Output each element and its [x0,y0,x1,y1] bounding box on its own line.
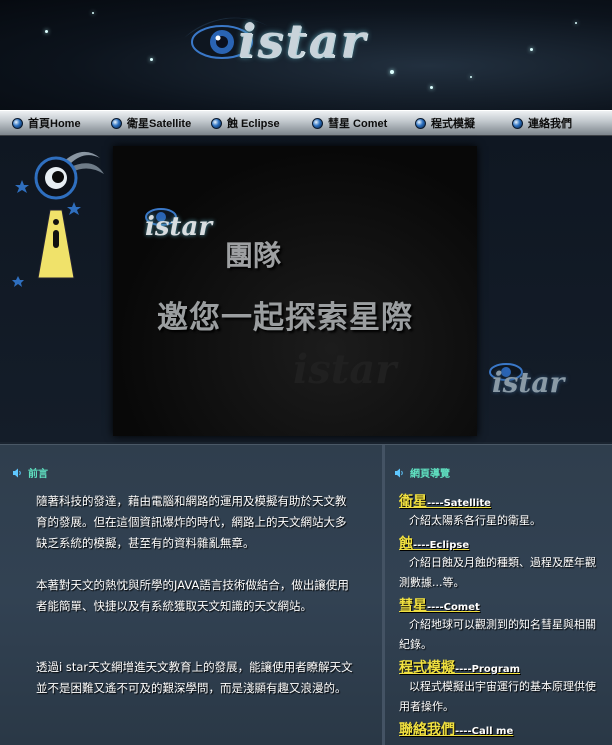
guide-link-program[interactable]: 程式模擬----Program [399,657,520,677]
site-header: istar [0,0,612,110]
star-sparkle [92,12,94,14]
star-sparkle [390,70,394,74]
guide-link-contact[interactable]: 聯絡我們----Call me [399,719,513,739]
intro-title: 前言 [28,469,48,480]
mascot-eye-icon [12,151,104,287]
hero-section: istar 團隊 邀您一起探索星際 istar istar [0,136,612,442]
star-sparkle [470,76,472,78]
guide-desc: 介紹日蝕及月蝕的種類、過程及歷年觀測數據...等。 [399,556,596,589]
banner-team-text: 團隊 [225,239,282,272]
guide-link-sub: ----Call me [455,726,514,737]
guide-link-satellite[interactable]: 衛星----Satellite [399,491,491,511]
intro-panel: 前言 隨著科技的發達，藉由電腦和網路的運用及模擬有助於天文教育的發展。但在這個資… [0,445,385,745]
hero-banner: istar 團隊 邀您一起探索星際 istar [113,146,477,436]
guide-link-label: 彗星 [399,598,427,614]
speaker-icon [13,468,21,477]
nav-eclipse-label: 蝕 Eclipse [227,118,280,130]
guide-link-label: 程式模擬 [399,660,455,676]
star-sparkle [430,86,433,89]
nav-simulation[interactable]: 程式模擬 [415,115,512,131]
guide-desc: 以程式模擬出宇宙運行的基本原理供使用者操作。 [399,680,596,713]
star-sparkle [150,58,153,61]
guide-link-sub: ----Comet [427,602,480,613]
guide-link-sub: ----Eclipse [413,540,470,551]
guide-title: 網頁導覽 [410,469,450,480]
nav-comet-label: 彗星 Comet [328,118,388,130]
guide-desc: 介紹地球可以觀測到的知名彗星與相關紀錄。 [399,618,596,651]
intro-paragraph: 本著對天文的熱忱與所學的JAVA語言技術做結合，做出讓使用者能簡單、快捷以及有系… [36,578,349,613]
speaker-icon [395,468,403,477]
guide-link-eclipse[interactable]: 蝕----Eclipse [399,533,469,553]
star-sparkle [530,48,533,51]
side-logo: istar [492,366,565,399]
guide-link-label: 蝕 [399,536,413,552]
site-logo: istar [238,14,367,68]
nav-bullet-icon [111,117,122,129]
nav-simulation-label: 程式模擬 [431,118,475,130]
guide-link-label: 聯絡我們 [399,722,455,738]
nav-bullet-icon [312,117,323,129]
nav-comet[interactable]: 彗星 Comet [312,115,415,131]
guide-desc: 介紹太陽系各行星的衛星。 [409,514,541,527]
nav-contact[interactable]: 連絡我們 [512,115,572,131]
nav-home[interactable]: 首頁Home [12,115,111,131]
content-area: 前言 隨著科技的發達，藉由電腦和網路的運用及模擬有助於天文教育的發展。但在這個資… [0,444,612,745]
star-sparkle [575,22,577,24]
nav-satellite-label: 衛星Satellite [127,118,192,130]
nav-bullet-icon [512,117,523,129]
guide-link-sub: ----Program [455,664,520,675]
nav-eclipse[interactable]: 蝕 Eclipse [211,115,312,131]
star-sparkle [45,30,48,33]
guide-panel: 網頁導覽 衛星----Satellite 介紹太陽系各行星的衛星。 蝕----E… [386,445,612,745]
nav-bullet-icon [211,117,222,129]
nav-home-label: 首頁Home [28,118,81,130]
banner-logo: istar [145,212,213,242]
intro-paragraph: 隨著科技的發達，藉由電腦和網路的運用及模擬有助於天文教育的發展。但在這個資訊爆炸… [36,494,347,550]
nav-bullet-icon [12,117,23,129]
nav-satellite[interactable]: 衛星Satellite [111,115,211,131]
banner-slogan: 邀您一起探索星際 [157,300,413,336]
guide-link-comet[interactable]: 彗星----Comet [399,595,480,615]
nav-contact-label: 連絡我們 [528,118,572,130]
nav-bullet-icon [415,117,426,129]
guide-link-sub: ----Satellite [427,498,491,509]
guide-heading: 網頁導覽 [394,465,450,480]
intro-heading: 前言 [12,465,48,480]
intro-paragraph: 透過i star天文網增進天文教育上的發展，能讓使用者瞭解天文並不是困難又遙不可… [36,660,353,695]
main-nav: 首頁Home 衛星Satellite 蝕 Eclipse 彗星 Comet 程式… [0,110,612,137]
banner-watermark: istar [293,346,397,393]
guide-link-label: 衛星 [399,494,427,510]
